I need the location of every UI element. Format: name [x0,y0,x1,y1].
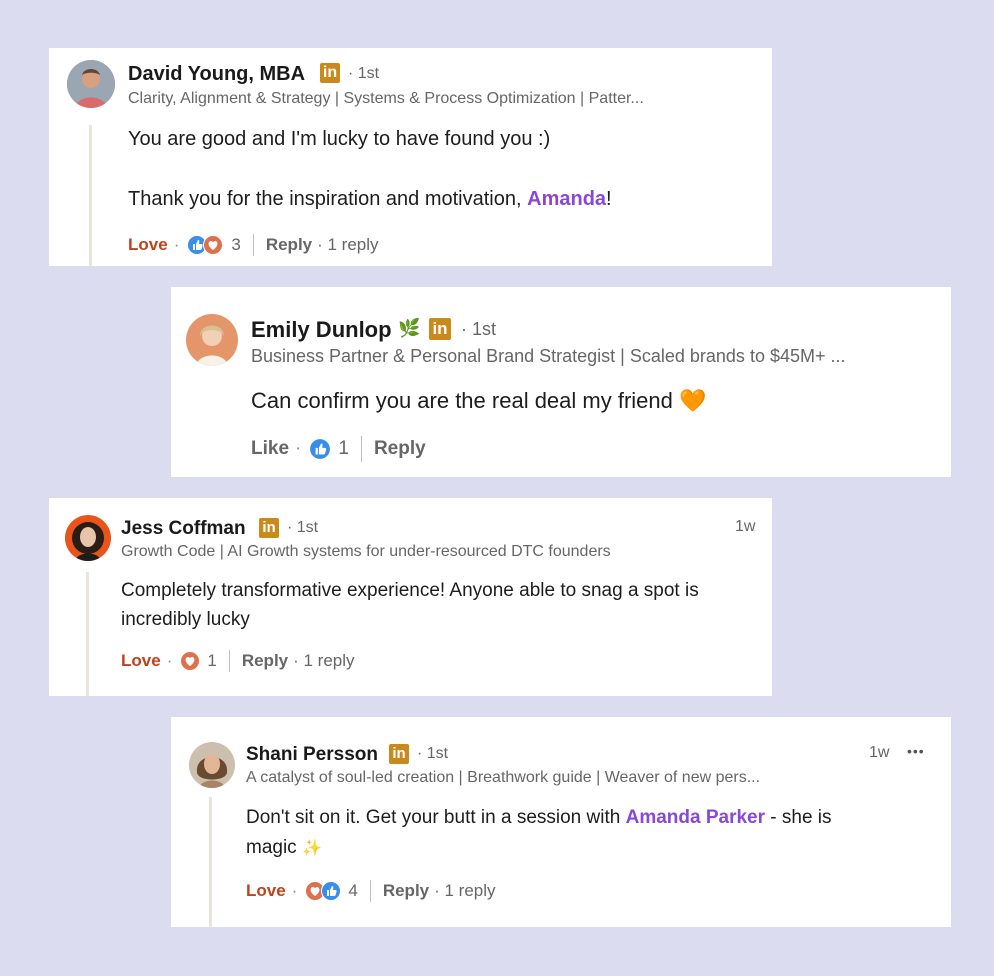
comment-text: magic [246,837,297,858]
connection-degree: · 1st [348,65,380,82]
separator-dot: · [291,881,298,900]
comment-timestamp: 1w [869,744,890,761]
comment-card-david: David Young, MBA in · 1st Clarity, Align… [49,48,772,266]
comment-text: Thank you for the inspiration and motiva… [128,188,528,210]
divider [228,650,230,672]
comment-text-line-2: magic ✨ [246,837,322,859]
comment-timestamp: 1w [735,518,756,535]
avatar[interactable] [186,314,238,366]
commenter-name[interactable]: Shani Persson [246,744,378,766]
sparkles-icon: ✨ [301,840,322,857]
connection-degree: · 1st [417,745,449,762]
separator-dot: · [173,235,180,254]
comment-card-jess: Jess Coffman in · 1st 1w Growth Code | A… [49,498,772,696]
comment-text-line-1: Don't sit on it. Get your butt in a sess… [246,807,832,829]
reaction-count: 1 [207,651,217,670]
commenter-headline: Clarity, Alignment & Strategy | Systems … [128,90,644,107]
comment-text-line-2: incredibly lucky [121,609,250,630]
separator-dot: · [295,438,302,459]
comment-card-shani: Shani Persson in · 1st 1w ••• A catalyst… [171,717,951,927]
reply-button[interactable]: Reply [242,651,288,671]
connection-degree: · 1st [287,519,319,536]
commenter-headline: Business Partner & Personal Brand Strate… [251,346,846,366]
love-reaction-icon [203,235,224,255]
avatar[interactable] [67,60,115,108]
commenter-headline: Growth Code | AI Growth systems for unde… [121,543,611,560]
reaction-count: 3 [231,235,241,254]
comment-text: ! [606,188,612,210]
reaction-count: 4 [348,881,358,900]
mention-link[interactable]: Amanda Parker [626,807,765,828]
comment-text-line-2: Thank you for the inspiration and motiva… [128,188,612,211]
mention-link[interactable]: Amanda [527,188,606,210]
divider [360,436,362,462]
orange-heart-icon: 🧡 [679,388,707,413]
comment-actions: Love · 4 Reply · 1 reply [246,880,496,902]
comment-text: - she is [765,807,832,828]
divider [252,234,254,256]
reply-count-link[interactable]: · 1 reply [317,235,378,255]
separator-dot: · [166,651,173,670]
like-button[interactable]: Like [251,438,289,460]
linkedin-badge-icon: in [389,744,409,764]
commenter-name[interactable]: Emily Dunlop [251,317,392,343]
reply-button[interactable]: Reply [383,881,429,901]
leaf-emoji-icon: 🌿 [398,318,421,338]
like-reaction-icon [321,881,342,901]
thread-line [89,125,92,266]
comment-actions: Like · 1 Reply [251,436,426,462]
comment-actions: Love · 3 Reply · 1 reply [128,234,379,256]
love-reaction-button[interactable]: Love [128,235,168,255]
comment-actions: Love · 1 Reply · 1 reply [121,650,355,672]
reaction-summary[interactable] [187,235,224,255]
divider [369,880,371,902]
avatar[interactable] [65,515,111,561]
comment-text: Don't sit on it. Get your butt in a sess… [246,807,626,828]
like-reaction-icon [309,438,332,460]
connection-degree: · 1st [461,319,497,339]
commenter-name[interactable]: Jess Coffman [121,518,246,540]
reaction-count: 1 [338,438,349,459]
comment-text-line-1: Completely transformative experience! An… [121,580,699,601]
love-reaction-button[interactable]: Love [121,651,161,671]
reply-button[interactable]: Reply [266,235,312,255]
reaction-summary[interactable] [309,438,332,460]
linkedin-badge-icon: in [429,318,451,340]
love-reaction-icon [180,651,201,671]
love-reaction-button[interactable]: Love [246,881,286,901]
comment-card-emily: Emily Dunlop 🌿 in · 1st Business Partner… [171,287,951,477]
thread-line [86,572,89,696]
more-options-icon[interactable]: ••• [907,743,925,759]
thread-line [209,797,212,927]
commenter-name[interactable]: David Young, MBA [128,63,305,86]
linkedin-badge-icon: in [320,63,340,83]
reaction-summary[interactable] [305,881,342,901]
linkedin-badge-icon: in [259,518,279,538]
reply-count-link[interactable]: · 1 reply [434,881,495,901]
avatar[interactable] [189,742,235,788]
comment-text-line-1: Can confirm you are the real deal my fri… [251,388,706,414]
reaction-summary[interactable] [180,651,201,671]
reply-button[interactable]: Reply [374,438,426,460]
reply-count-link[interactable]: · 1 reply [293,651,354,671]
commenter-headline: A catalyst of soul-led creation | Breath… [246,769,761,786]
comment-text-line-1: You are good and I'm lucky to have found… [128,128,551,150]
comment-text: Can confirm you are the real deal my fri… [251,388,673,413]
